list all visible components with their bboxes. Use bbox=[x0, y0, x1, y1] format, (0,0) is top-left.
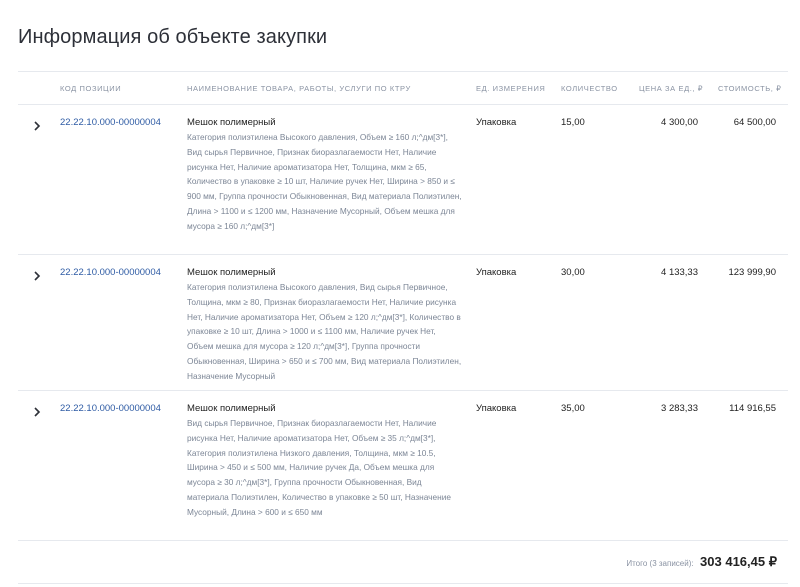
column-header-code: КОД ПОЗИЦИИ bbox=[60, 84, 122, 93]
column-header-total: СТОИМОСТЬ, ₽ bbox=[718, 84, 782, 93]
table-top-divider bbox=[18, 71, 788, 72]
item-quantity: 35,00 bbox=[561, 403, 585, 414]
expand-row-chevron-icon[interactable] bbox=[31, 120, 43, 132]
item-description: Категория полиэтилена Высокого давления,… bbox=[187, 132, 462, 231]
expand-row-chevron-icon[interactable] bbox=[31, 406, 43, 418]
item-total-cost: 64 500,00 bbox=[733, 117, 776, 128]
footer-divider bbox=[18, 583, 788, 584]
table-summary: Итого (3 записей): 303 416,45 ₽ bbox=[626, 553, 777, 571]
position-code-link[interactable]: 22.22.10.000-00000004 bbox=[60, 403, 161, 414]
table-bottom-divider bbox=[18, 540, 788, 541]
row-divider bbox=[18, 390, 788, 391]
column-header-price: ЦЕНА ЗА ЕД., ₽ bbox=[639, 84, 704, 93]
item-unit-price: 3 283,33 bbox=[661, 403, 698, 414]
summary-label: Итого (3 записей): bbox=[626, 559, 694, 568]
item-unit-price: 4 300,00 bbox=[661, 117, 698, 128]
header-divider bbox=[18, 104, 788, 105]
item-name: Мешок полимерный bbox=[187, 117, 276, 128]
position-code-link[interactable]: 22.22.10.000-00000004 bbox=[60, 117, 161, 128]
item-unit: Упаковка bbox=[476, 267, 517, 278]
column-header-qty: КОЛИЧЕСТВО bbox=[561, 84, 618, 93]
item-total-cost: 114 916,55 bbox=[729, 403, 776, 414]
column-header-unit: ЕД. ИЗМЕРЕНИЯ bbox=[476, 84, 546, 93]
item-unit-price: 4 133,33 bbox=[661, 267, 698, 278]
item-unit: Упаковка bbox=[476, 117, 517, 128]
item-quantity: 15,00 bbox=[561, 117, 585, 128]
position-code-link[interactable]: 22.22.10.000-00000004 bbox=[60, 267, 161, 278]
item-quantity: 30,00 bbox=[561, 267, 585, 278]
item-description: Вид сырья Первичное, Признак биоразлагае… bbox=[187, 418, 451, 517]
item-total-cost: 123 999,90 bbox=[728, 267, 776, 278]
item-description: Категория полиэтилена Высокого давления,… bbox=[187, 282, 462, 381]
item-unit: Упаковка bbox=[476, 403, 517, 414]
row-divider bbox=[18, 254, 788, 255]
summary-total: 303 416,45 ₽ bbox=[700, 554, 777, 569]
item-name: Мешок полимерный bbox=[187, 267, 276, 278]
item-name: Мешок полимерный bbox=[187, 403, 276, 414]
expand-row-chevron-icon[interactable] bbox=[31, 270, 43, 282]
page-title: Информация об объекте закупки bbox=[18, 26, 328, 48]
column-header-name: НАИМЕНОВАНИЕ ТОВАРА, РАБОТЫ, УСЛУГИ ПО К… bbox=[187, 84, 411, 93]
